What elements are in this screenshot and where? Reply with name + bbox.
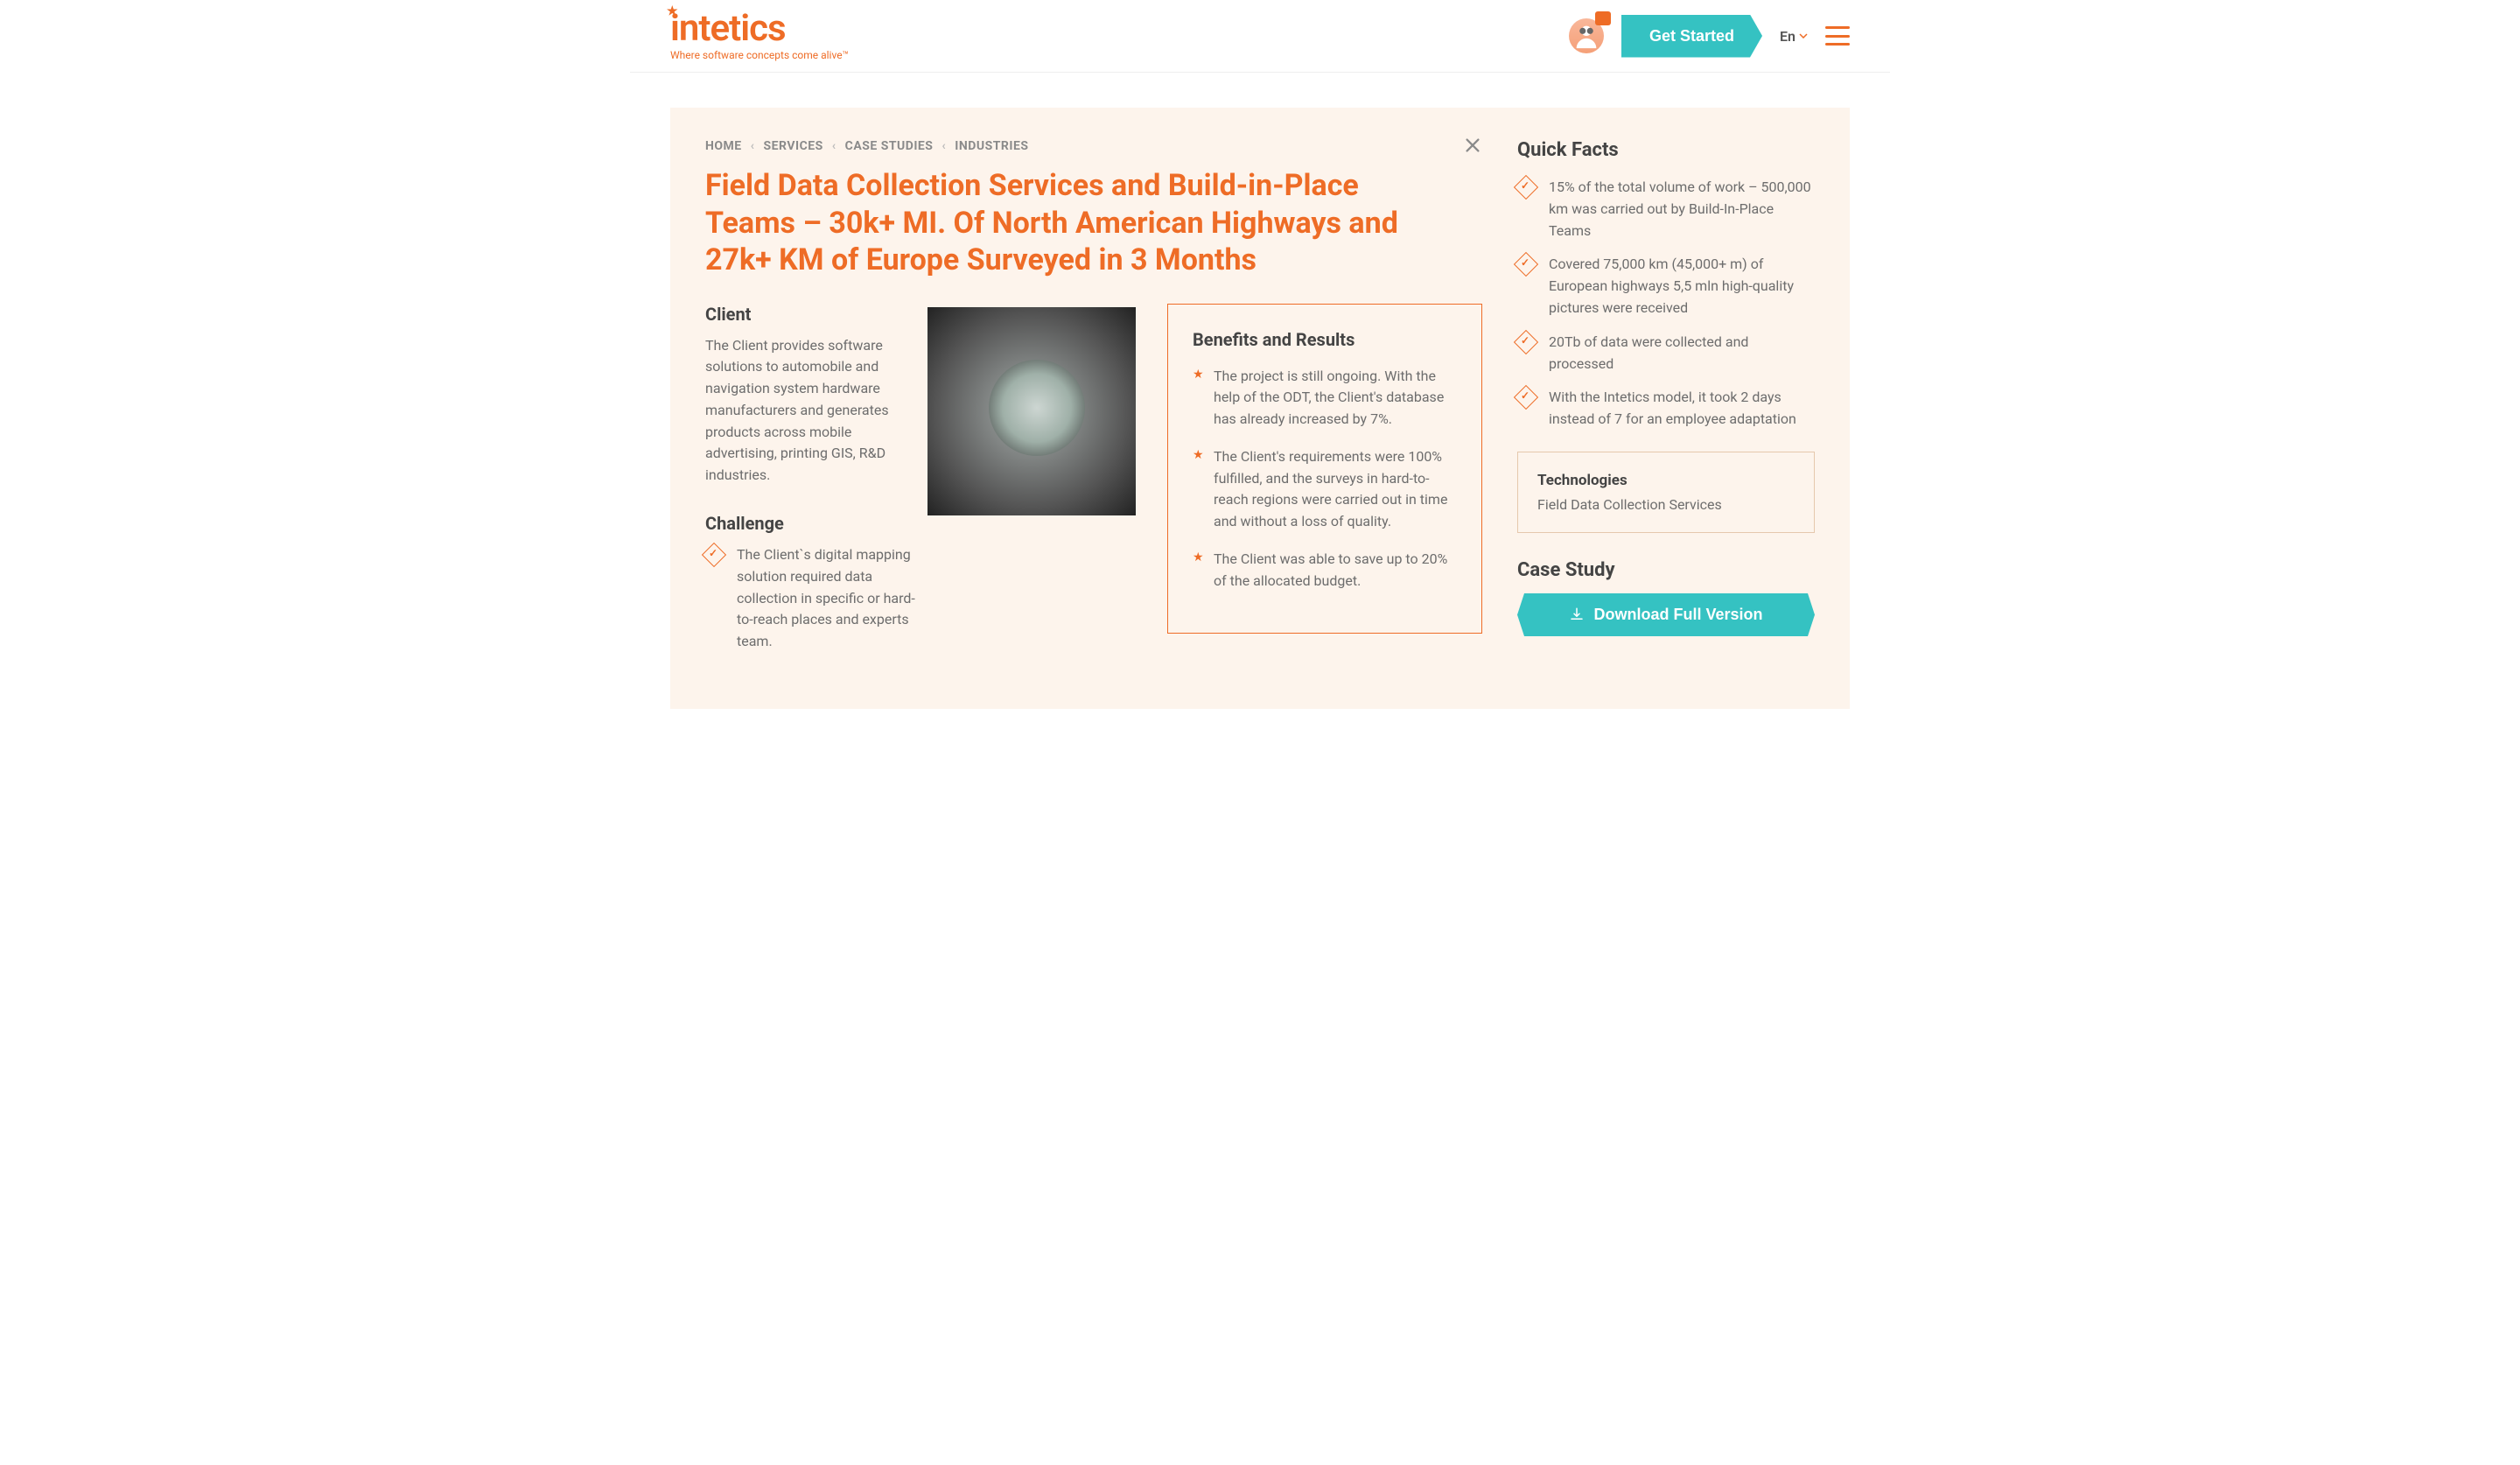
breadcrumb-sep: ‹ bbox=[942, 139, 946, 153]
download-button[interactable]: Download Full Version bbox=[1517, 593, 1815, 636]
logo[interactable]: intetics Where software concepts come al… bbox=[670, 11, 849, 61]
person-icon bbox=[1572, 21, 1601, 51]
breadcrumb-services[interactable]: SERVICES bbox=[764, 139, 823, 153]
facts-list: 15% of the total volume of work – 500,00… bbox=[1517, 177, 1815, 431]
challenge-heading: Challenge bbox=[705, 513, 1136, 534]
quick-facts-heading: Quick Facts bbox=[1517, 139, 1815, 161]
chat-badge-icon bbox=[1595, 11, 1611, 25]
results-box: Benefits and Results The project is stil… bbox=[1167, 304, 1482, 634]
list-item: The Client's requirements were 100% fulf… bbox=[1193, 446, 1457, 533]
breadcrumb-sep: ‹ bbox=[832, 139, 836, 153]
main-column: HOME ‹ SERVICES ‹ CASE STUDIES ‹ INDUSTR… bbox=[705, 139, 1482, 665]
content-columns: Client The Client provides software solu… bbox=[705, 304, 1482, 666]
close-icon[interactable] bbox=[1463, 136, 1482, 155]
list-item: The Client was able to save up to 20% of… bbox=[1193, 549, 1457, 592]
list-item: Covered 75,000 km (45,000+ m) of Europea… bbox=[1517, 254, 1815, 319]
technologies-box: Technologies Field Data Collection Servi… bbox=[1517, 452, 1815, 533]
list-item: The Client`s digital mapping solution re… bbox=[705, 544, 915, 653]
support-avatar[interactable] bbox=[1569, 18, 1604, 53]
case-study-image bbox=[928, 307, 1136, 515]
download-icon bbox=[1569, 606, 1585, 622]
list-item: 15% of the total volume of work – 500,00… bbox=[1517, 177, 1815, 242]
page-title: Field Data Collection Services and Build… bbox=[705, 167, 1423, 279]
case-study-heading: Case Study bbox=[1517, 559, 1815, 581]
chevron-down-icon bbox=[1799, 33, 1808, 39]
get-started-button[interactable]: Get Started bbox=[1621, 15, 1762, 58]
page-container: HOME ‹ SERVICES ‹ CASE STUDIES ‹ INDUSTR… bbox=[630, 73, 1890, 744]
logo-tagline: Where software concepts come alive™ bbox=[670, 49, 849, 61]
logo-text: intetics bbox=[670, 11, 849, 47]
header-actions: Get Started En bbox=[1569, 15, 1850, 58]
left-content: Client The Client provides software solu… bbox=[705, 304, 1136, 666]
sidebar: Quick Facts 15% of the total volume of w… bbox=[1517, 139, 1815, 665]
list-item: 20Tb of data were collected and processe… bbox=[1517, 332, 1815, 375]
menu-button[interactable] bbox=[1825, 26, 1850, 46]
results-list: The project is still ongoing. With the h… bbox=[1193, 366, 1457, 592]
breadcrumb: HOME ‹ SERVICES ‹ CASE STUDIES ‹ INDUSTR… bbox=[705, 139, 1463, 153]
site-header: intetics Where software concepts come al… bbox=[630, 0, 1890, 73]
download-label: Download Full Version bbox=[1593, 606, 1762, 624]
technologies-label: Technologies bbox=[1537, 472, 1795, 489]
list-item: The project is still ongoing. With the h… bbox=[1193, 366, 1457, 431]
language-label: En bbox=[1780, 28, 1796, 45]
client-text: The Client provides software solutions t… bbox=[705, 335, 898, 487]
challenge-list: The Client`s digital mapping solution re… bbox=[705, 544, 1136, 653]
results-column: Benefits and Results The project is stil… bbox=[1167, 304, 1482, 666]
language-selector[interactable]: En bbox=[1780, 28, 1808, 45]
case-study-card: HOME ‹ SERVICES ‹ CASE STUDIES ‹ INDUSTR… bbox=[670, 108, 1850, 709]
breadcrumb-sep: ‹ bbox=[751, 139, 755, 153]
breadcrumb-home[interactable]: HOME bbox=[705, 139, 742, 153]
breadcrumb-case-studies[interactable]: CASE STUDIES bbox=[845, 139, 934, 153]
breadcrumb-industries[interactable]: INDUSTRIES bbox=[955, 139, 1028, 153]
technologies-value: Field Data Collection Services bbox=[1537, 496, 1795, 513]
list-item: With the Intetics model, it took 2 days … bbox=[1517, 387, 1815, 431]
results-heading: Benefits and Results bbox=[1193, 329, 1457, 350]
